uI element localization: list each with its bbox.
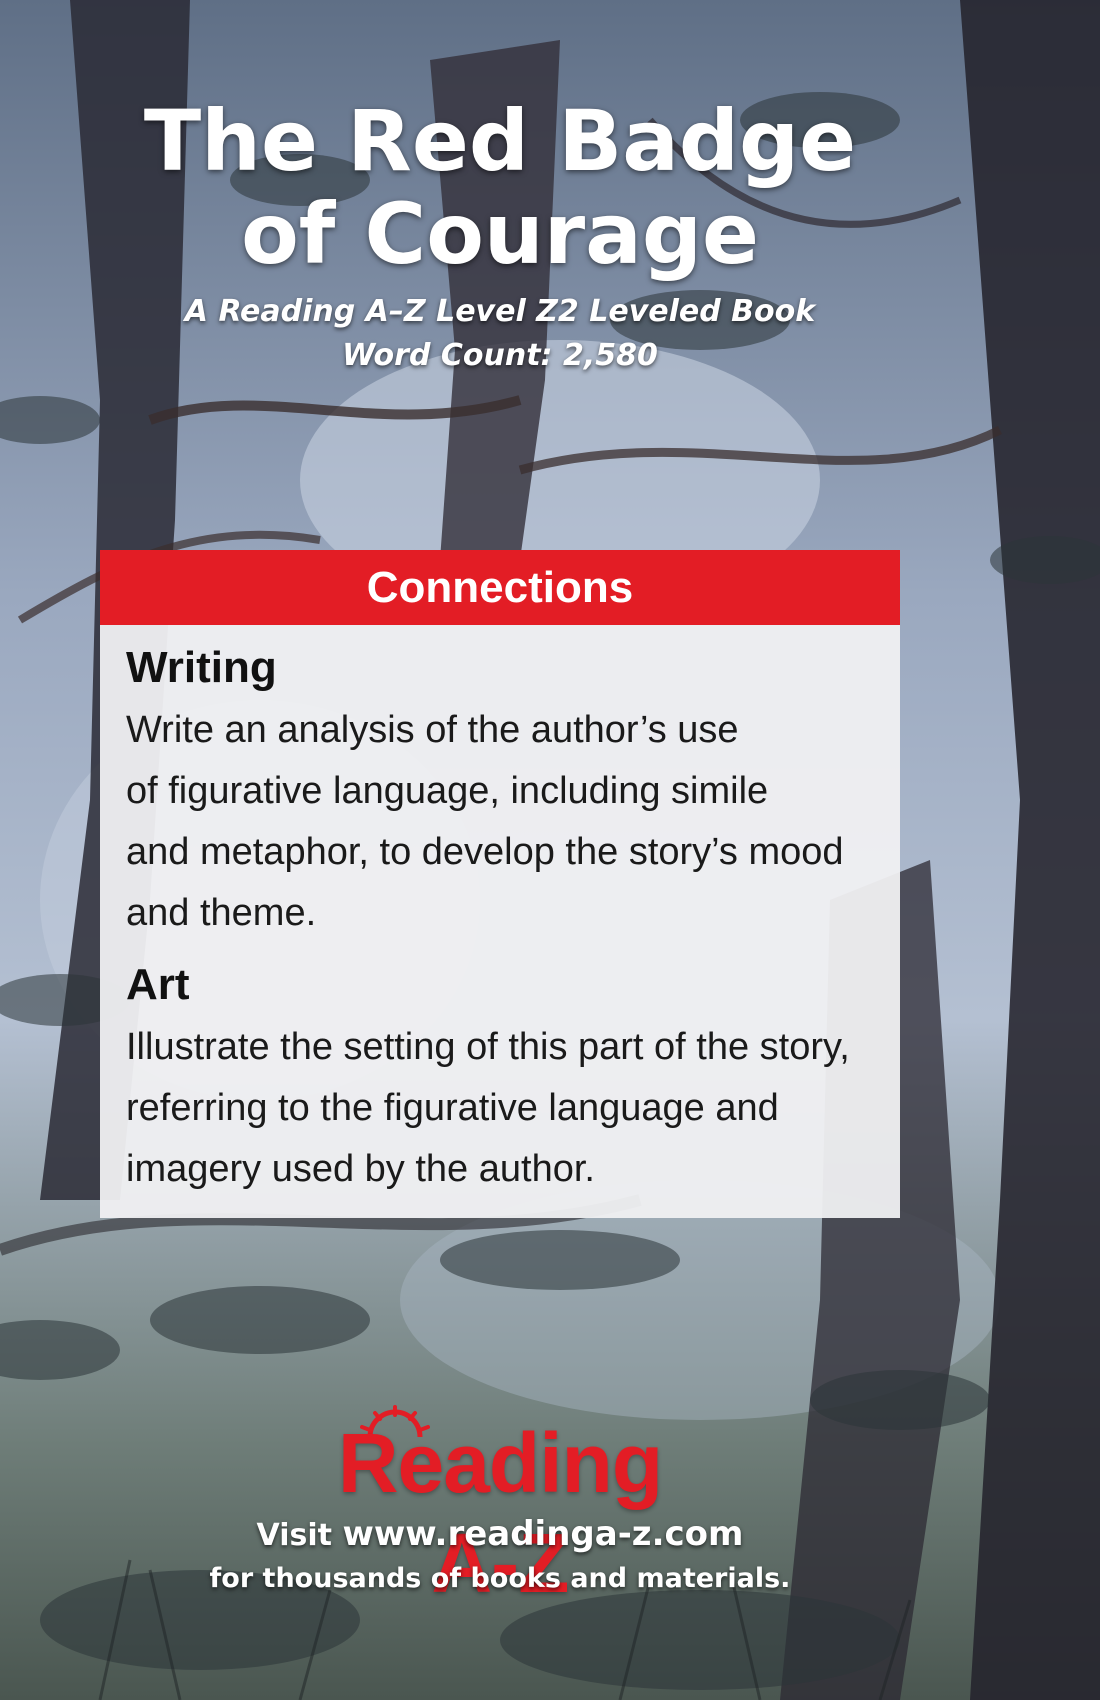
connections-panel: Connections Writing Write an analysis of… [100, 550, 900, 1218]
word-count: Word Count: 2,580 [342, 338, 658, 373]
writing-section-body: Write an analysis of the author’s use of… [126, 700, 886, 944]
book-title-line-1: The Red Badge [143, 92, 857, 190]
art-line: referring to the figurative language and [126, 1087, 779, 1129]
writing-line: and metaphor, to develop the story’s moo… [126, 831, 844, 873]
visit-prefix: Visit [256, 1518, 333, 1553]
writing-line: Write an analysis of the author’s use [126, 709, 739, 751]
art-section-body: Illustrate the setting of this part of t… [126, 1017, 886, 1200]
connections-header: Connections [100, 550, 900, 625]
book-back-cover: The Red Badge of Courage A Reading A–Z L… [0, 0, 1100, 1700]
website-link[interactable]: www.readinga-z.com [342, 1514, 743, 1554]
art-section-title: Art [126, 960, 190, 1009]
art-line: Illustrate the setting of this part of t… [126, 1026, 850, 1068]
writing-line: and theme. [126, 892, 317, 934]
art-line: imagery used by the author. [126, 1148, 595, 1190]
footer-visit-line: Visit www.readinga-z.com [0, 1512, 1000, 1558]
book-level-subtitle: A Reading A–Z Level Z2 Leveled Book [184, 294, 816, 329]
footer-tagline: for thousands of books and materials. [209, 1563, 791, 1594]
book-title-line-2: of Courage [241, 185, 759, 283]
writing-line: of figurative language, including simile [126, 770, 769, 812]
reading-az-logo: Reading A-Z [300, 1405, 700, 1610]
writing-section-title: Writing [126, 643, 277, 692]
